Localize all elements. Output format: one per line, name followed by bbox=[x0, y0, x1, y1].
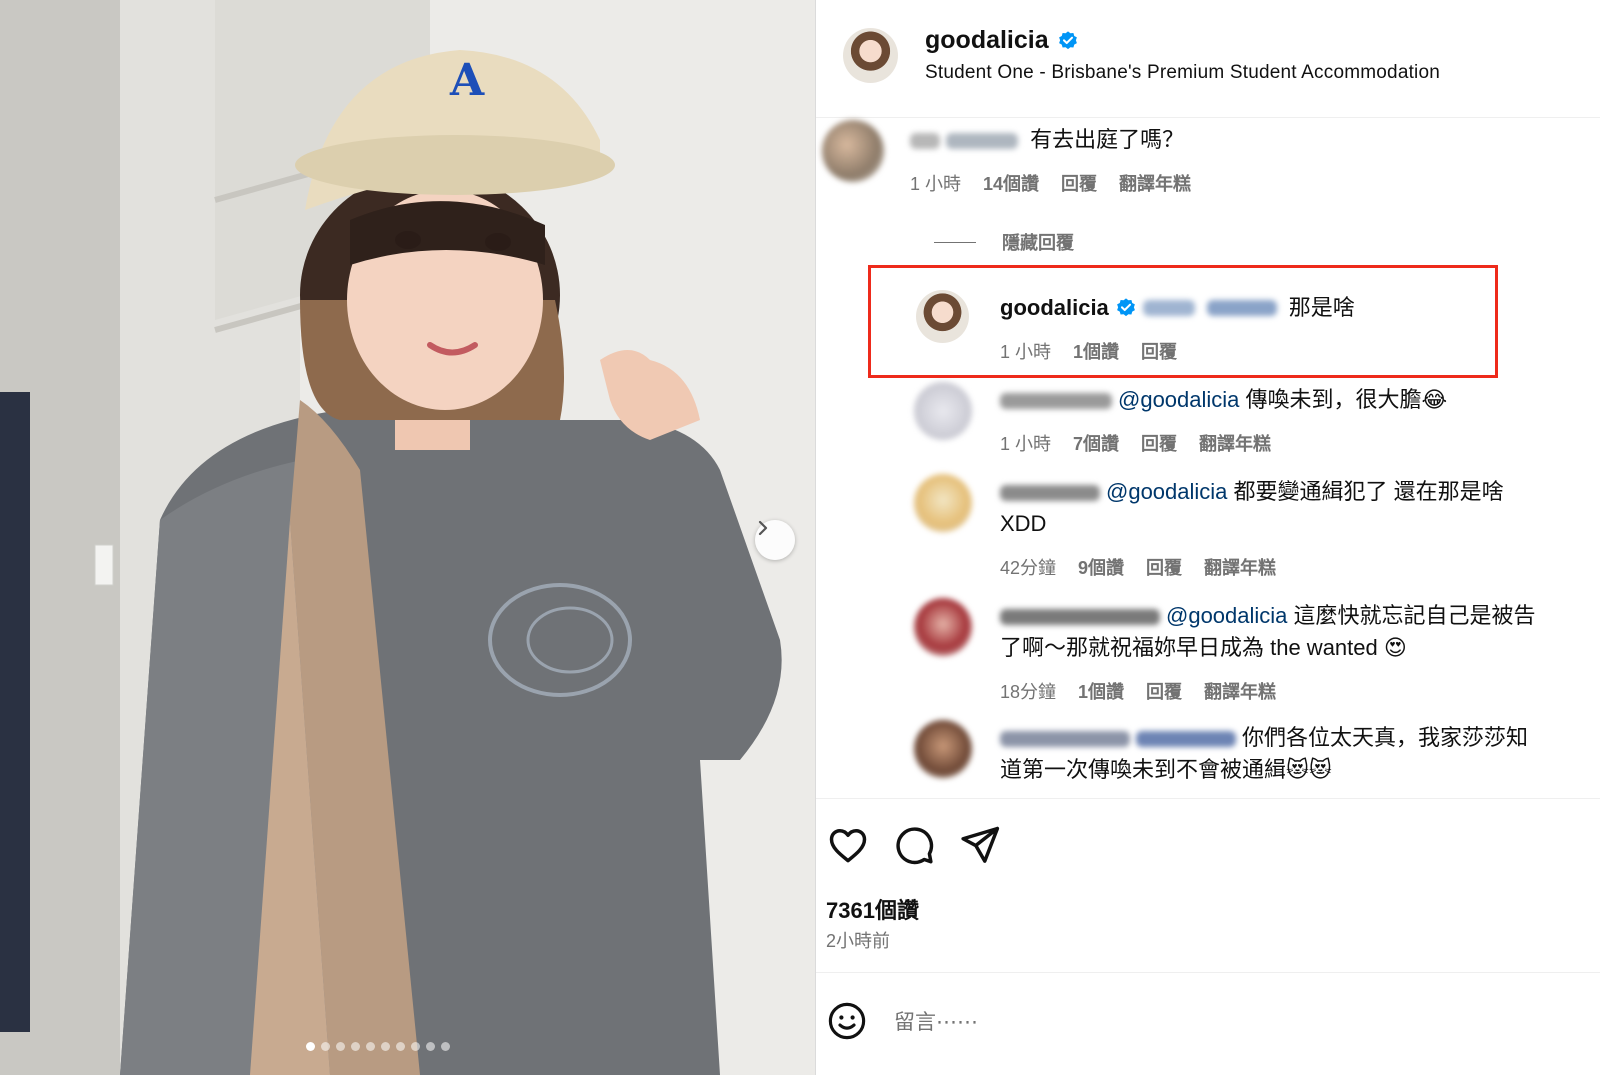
post-actions: 7361個讚 2小時前 bbox=[816, 798, 1600, 973]
comment-meta: 1 小時 7個讚 回覆 翻譯年糕 bbox=[1000, 430, 1271, 456]
post-time: 2小時前 bbox=[826, 931, 891, 951]
mention-link[interactable]: @goodalicia bbox=[1106, 479, 1227, 504]
action-icons bbox=[826, 823, 1002, 867]
redacted-username bbox=[1000, 731, 1130, 748]
carousel-dot bbox=[441, 1042, 450, 1051]
comment-text: @goodalicia 這麼快就忘記自己是被告 了啊～那就祝福妳早日成為 the… bbox=[1000, 600, 1590, 664]
comment-time[interactable]: 42分鐘 bbox=[1000, 554, 1056, 580]
mention-link[interactable]: @goodalicia bbox=[1166, 603, 1287, 628]
send-icon[interactable] bbox=[958, 823, 1002, 867]
carousel-dot bbox=[351, 1042, 360, 1051]
translate-button[interactable]: 翻譯年糕 bbox=[1204, 554, 1276, 580]
redacted-username bbox=[1000, 393, 1112, 410]
carousel-next-button[interactable] bbox=[755, 520, 795, 560]
emoji-icon[interactable] bbox=[826, 1000, 868, 1042]
translate-button[interactable]: 翻譯年糕 bbox=[1204, 678, 1276, 704]
carousel-dot bbox=[366, 1042, 375, 1051]
comment-body: 傳喚未到，很大膽😂 bbox=[1245, 387, 1448, 412]
comment-body: 你們各位太天真，我家莎莎知 bbox=[1242, 725, 1529, 750]
comment-text: @goodalicia 傳喚未到，很大膽😂 bbox=[1000, 384, 1447, 416]
comment-body: 道第一次傳喚未到不會被通緝😻😻 bbox=[1000, 757, 1332, 782]
chevron-right-icon bbox=[758, 520, 768, 536]
carousel-dot bbox=[426, 1042, 435, 1051]
comment-text: @goodalicia 都要變通緝犯了 還在那是啥 XDD bbox=[1000, 476, 1590, 540]
reply-button[interactable]: 回覆 bbox=[1061, 170, 1097, 196]
post-author: goodalicia bbox=[925, 26, 1079, 55]
comment-bubble-icon[interactable] bbox=[892, 823, 936, 867]
avatar[interactable] bbox=[843, 28, 898, 83]
comment-input[interactable]: 留言⋯⋯ bbox=[894, 1006, 978, 1036]
comment-body: 這麼快就忘記自己是被告 bbox=[1293, 603, 1536, 628]
location-link[interactable]: Student One - Brisbane's Premium Student… bbox=[925, 62, 1440, 84]
post-detail-panel: goodalicia Student One - Brisbane's Prem… bbox=[816, 0, 1600, 1075]
hide-replies-button[interactable]: 隱藏回覆 bbox=[934, 229, 1074, 255]
avatar[interactable] bbox=[914, 382, 972, 440]
carousel-dot bbox=[396, 1042, 405, 1051]
avatar[interactable] bbox=[914, 474, 972, 532]
hide-replies-label: 隱藏回覆 bbox=[1002, 233, 1074, 253]
divider-line bbox=[934, 241, 976, 243]
comment-body: XDD bbox=[1000, 511, 1047, 536]
comment-text: 有去出庭了嗎？ bbox=[910, 124, 1184, 156]
redacted-mention bbox=[1136, 731, 1236, 748]
comment-time[interactable]: 1 小時 bbox=[910, 170, 961, 196]
carousel-dots bbox=[306, 1042, 450, 1051]
carousel-dot bbox=[306, 1042, 315, 1051]
comment-likes[interactable]: 9個讚 bbox=[1078, 554, 1124, 580]
add-comment-bar: 留言⋯⋯ bbox=[816, 972, 1600, 1075]
carousel-dot bbox=[381, 1042, 390, 1051]
carousel-dot bbox=[411, 1042, 420, 1051]
mention-link[interactable]: @goodalicia bbox=[1118, 387, 1239, 412]
comment-time[interactable]: 18分鐘 bbox=[1000, 678, 1056, 704]
comment-time[interactable]: 1 小時 bbox=[1000, 430, 1051, 456]
comment-likes[interactable]: 1個讚 bbox=[1078, 678, 1124, 704]
comment-meta: 42分鐘 9個讚 回覆 翻譯年糕 bbox=[1000, 554, 1276, 580]
likes-count[interactable]: 7361個讚 bbox=[826, 893, 919, 925]
reply-button[interactable]: 回覆 bbox=[1146, 678, 1182, 704]
svg-text:A: A bbox=[449, 55, 485, 106]
highlight-box bbox=[868, 265, 1498, 378]
translate-button[interactable]: 翻譯年糕 bbox=[1119, 170, 1191, 196]
comment-text: 你們各位太天真，我家莎莎知 道第一次傳喚未到不會被通緝😻😻 bbox=[1000, 722, 1590, 786]
redacted-username bbox=[1000, 609, 1160, 626]
verified-badge-icon bbox=[1058, 30, 1077, 49]
comment-body: 有去出庭了嗎？ bbox=[1030, 127, 1185, 152]
reply-button[interactable]: 回覆 bbox=[1146, 554, 1182, 580]
redacted-username bbox=[910, 133, 940, 150]
avatar[interactable] bbox=[914, 598, 972, 656]
heart-icon[interactable] bbox=[826, 823, 870, 867]
avatar[interactable] bbox=[822, 120, 884, 182]
comment-body: 了啊～那就祝福妳早日成為 the wanted 😍 bbox=[1000, 635, 1407, 660]
comment-body: 都要變通緝犯了 還在那是啥 bbox=[1233, 479, 1504, 504]
redacted-username bbox=[1000, 485, 1100, 502]
redacted-username bbox=[946, 133, 1018, 150]
translate-button[interactable]: 翻譯年糕 bbox=[1199, 430, 1271, 456]
photo-illustration: A bbox=[0, 0, 815, 1075]
username-link[interactable]: goodalicia bbox=[925, 26, 1049, 55]
post-photo[interactable]: A bbox=[0, 0, 815, 1075]
post-header: goodalicia Student One - Brisbane's Prem… bbox=[816, 0, 1600, 118]
comment-meta: 1 小時 14個讚 回覆 翻譯年糕 bbox=[910, 170, 1191, 196]
carousel-dot bbox=[321, 1042, 330, 1051]
reply-button[interactable]: 回覆 bbox=[1141, 430, 1177, 456]
comment-meta: 18分鐘 1個讚 回覆 翻譯年糕 bbox=[1000, 678, 1276, 704]
comment-likes[interactable]: 7個讚 bbox=[1073, 430, 1119, 456]
avatar[interactable] bbox=[914, 720, 972, 778]
carousel-dot bbox=[336, 1042, 345, 1051]
comment-likes[interactable]: 14個讚 bbox=[983, 170, 1039, 196]
